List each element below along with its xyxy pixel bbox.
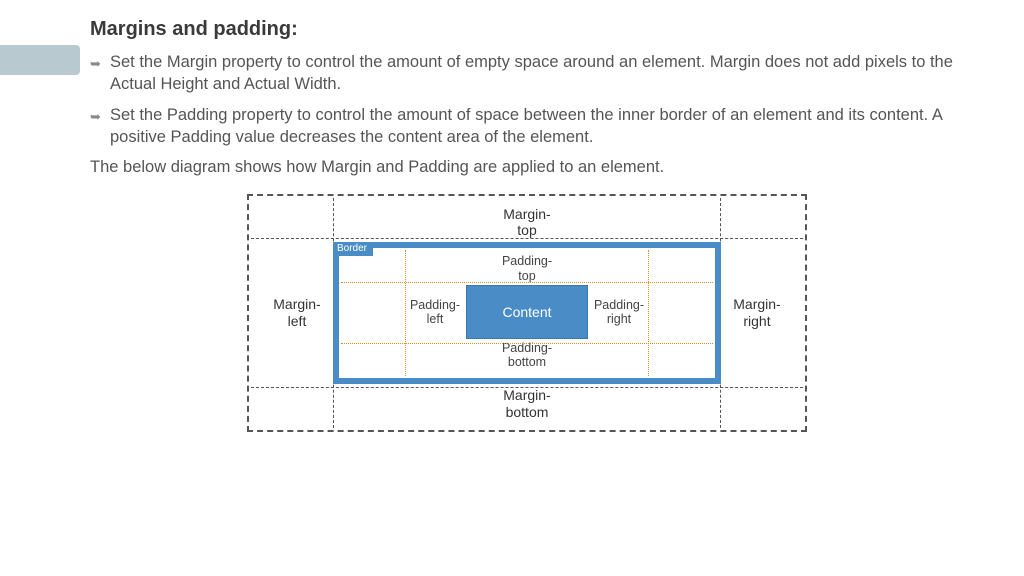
- content-box: Content: [466, 285, 588, 339]
- border-box: Border Padding- top Padding- left Conten…: [333, 242, 721, 384]
- border-label: Border: [333, 242, 373, 256]
- bullet-item: ➥ Set the Margin property to control the…: [90, 51, 964, 96]
- padding-gridline: [648, 250, 649, 376]
- bullet-marker-icon: ➥: [90, 109, 104, 125]
- slide-content: Margins and padding: ➥ Set the Margin pr…: [0, 0, 1024, 432]
- margin-top-label: Margin- top: [261, 204, 793, 242]
- slide-title: Margins and padding:: [90, 18, 964, 41]
- content-label: Content: [502, 304, 551, 320]
- bullet-marker-icon: ➥: [90, 56, 104, 72]
- padding-bottom-label: Padding- bottom: [498, 339, 556, 372]
- padding-top-label: Padding- top: [498, 252, 556, 285]
- padding-gridline: [405, 250, 406, 376]
- margin-box: Margin- top Margin- left Border Padding-…: [247, 194, 807, 432]
- box-model-diagram: Margin- top Margin- left Border Padding-…: [247, 194, 807, 432]
- margin-left-label: Margin- left: [263, 294, 330, 332]
- bullet-text: Set the Margin property to control the a…: [110, 51, 964, 96]
- bullet-text: Set the Padding property to control the …: [110, 104, 964, 149]
- padding-gridline: [341, 343, 713, 344]
- padding-gridline: [341, 282, 713, 283]
- margin-bottom-label: Margin- bottom: [261, 385, 793, 423]
- bullet-item: ➥ Set the Padding property to control th…: [90, 104, 964, 149]
- margin-right-label: Margin- right: [723, 294, 790, 332]
- margin-gridline: [251, 387, 803, 388]
- slide-accent-bar: [0, 45, 80, 75]
- diagram-caption: The below diagram shows how Margin and P…: [90, 156, 964, 178]
- margin-gridline: [251, 238, 803, 239]
- padding-right-label: Padding- right: [590, 296, 648, 329]
- padding-left-label: Padding- left: [406, 296, 464, 329]
